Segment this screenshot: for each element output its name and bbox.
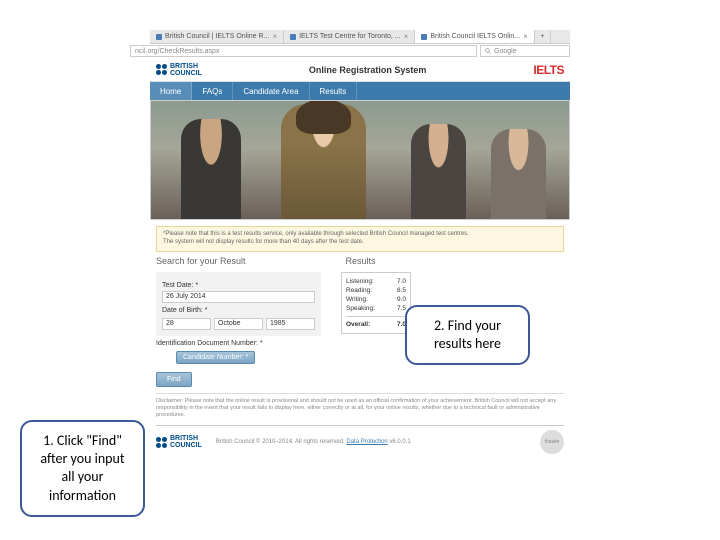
nav-home[interactable]: Home bbox=[150, 82, 192, 100]
british-council-logo: BRITISHCOUNCIL bbox=[156, 63, 202, 77]
result-value: 7.5 bbox=[397, 304, 406, 313]
page-header: BRITISHCOUNCIL Online Registration Syste… bbox=[150, 58, 570, 82]
main-nav: Home FAQs Candidate Area Results bbox=[150, 82, 570, 100]
hero-person bbox=[491, 129, 546, 219]
result-value: 9.0 bbox=[397, 295, 406, 304]
results-section-title: Results bbox=[346, 256, 376, 266]
test-date-label: Test Date: * bbox=[162, 282, 315, 289]
search-placeholder: Google bbox=[494, 48, 517, 55]
notice-line: The system will not display results for … bbox=[163, 239, 557, 247]
thawte-badge-icon: thawte bbox=[540, 430, 564, 454]
bc-text: BRITISH bbox=[170, 435, 202, 442]
close-icon[interactable]: × bbox=[523, 32, 528, 41]
favicon-icon bbox=[290, 34, 296, 40]
results-column: Listening: 7.0 Reading: 8.5 Writing: 9.0 Sp… bbox=[341, 272, 411, 336]
tab-label: British Council | IELTS Online R... bbox=[165, 33, 269, 40]
favicon-icon bbox=[156, 34, 162, 40]
bc-dots-icon bbox=[156, 437, 167, 448]
nav-results[interactable]: Results bbox=[310, 82, 358, 100]
dob-year-select[interactable]: 1985 bbox=[266, 318, 315, 330]
input-value: 26 July 2014 bbox=[166, 293, 206, 300]
dob-day-select[interactable]: 28 bbox=[162, 318, 211, 330]
browser-tab-strip: British Council | IELTS Online R...× IEL… bbox=[150, 30, 570, 44]
bc-text-2: COUNCIL bbox=[170, 70, 202, 77]
search-section-title: Search for your Result bbox=[156, 256, 246, 266]
data-protection-link[interactable]: Data Protection bbox=[346, 439, 387, 445]
nav-candidate-area[interactable]: Candidate Area bbox=[233, 82, 309, 100]
notice-line: *Please note that this is a test results… bbox=[163, 231, 557, 239]
footer-bc-logo: BRITISHCOUNCIL bbox=[156, 435, 202, 449]
browser-tab-active[interactable]: British Council IELTS Onlin...× bbox=[415, 30, 534, 43]
ielts-logo: IELTS bbox=[533, 63, 564, 77]
result-label: Writing: bbox=[346, 295, 368, 304]
dob-month-select[interactable]: Octobe bbox=[214, 318, 263, 330]
result-label: Reading: bbox=[346, 286, 372, 295]
candidate-number-button[interactable]: Candidate Number: * bbox=[176, 351, 255, 364]
page-content: BRITISHCOUNCIL Online Registration Syste… bbox=[150, 58, 570, 454]
result-value: 7.0 bbox=[397, 277, 406, 286]
input-value: 1985 bbox=[270, 320, 286, 327]
section-headers: Search for your Result Results bbox=[150, 252, 570, 270]
result-label: Listening: bbox=[346, 277, 374, 286]
dob-label: Date of Birth: * bbox=[162, 307, 315, 314]
result-label: Overall: bbox=[346, 320, 370, 329]
favicon-icon bbox=[421, 34, 427, 40]
url-input[interactable]: ncil.org/CheckResults.aspx bbox=[130, 45, 477, 57]
url-text: ncil.org/CheckResults.aspx bbox=[135, 48, 219, 55]
address-bar: ncil.org/CheckResults.aspx Google bbox=[130, 44, 570, 58]
callout-step-2: 2. Find your results here bbox=[405, 305, 530, 365]
new-tab-button[interactable]: + bbox=[535, 30, 551, 43]
bc-text: COUNCIL bbox=[170, 442, 202, 449]
hero-person bbox=[411, 124, 466, 219]
tab-label: IELTS Test Centre for Toronto, ... bbox=[299, 33, 401, 40]
bc-text-1: BRITISH bbox=[170, 63, 202, 70]
hero-person bbox=[181, 119, 241, 219]
input-value: Octobe bbox=[218, 320, 241, 327]
hero-image bbox=[150, 100, 570, 220]
page-footer: BRITISHCOUNCIL British Council © 2010–20… bbox=[156, 425, 564, 454]
close-icon[interactable]: × bbox=[404, 32, 409, 41]
close-icon[interactable]: × bbox=[272, 32, 277, 41]
find-button[interactable]: Find bbox=[156, 372, 192, 387]
copyright-text: British Council © 2010–2014. All rights … bbox=[216, 439, 411, 445]
browser-tab[interactable]: British Council | IELTS Online R...× bbox=[150, 30, 284, 43]
nav-faqs[interactable]: FAQs bbox=[192, 82, 233, 100]
disclaimer-text: Disclaimer: Please note that the online … bbox=[156, 393, 564, 419]
search-icon bbox=[485, 48, 491, 54]
browser-search-input[interactable]: Google bbox=[480, 45, 570, 57]
search-form: Test Date: * 26 July 2014 Date of Birth:… bbox=[156, 272, 321, 336]
result-value: 8.5 bbox=[397, 286, 406, 295]
page-title: Online Registration System bbox=[309, 65, 427, 75]
results-box: Listening: 7.0 Reading: 8.5 Writing: 9.0 Sp… bbox=[341, 272, 411, 334]
test-date-input[interactable]: 26 July 2014 bbox=[162, 291, 315, 303]
bc-dots-icon bbox=[156, 64, 167, 75]
notice-banner: *Please note that this is a test results… bbox=[156, 226, 564, 252]
result-label: Speaking: bbox=[346, 304, 375, 313]
browser-tab[interactable]: IELTS Test Centre for Toronto, ...× bbox=[284, 30, 415, 43]
input-value: 28 bbox=[166, 320, 174, 327]
callout-step-1: 1. Click "Find" after you input all your… bbox=[20, 420, 145, 517]
tab-label: British Council IELTS Onlin... bbox=[430, 33, 520, 40]
hero-person bbox=[281, 104, 366, 219]
